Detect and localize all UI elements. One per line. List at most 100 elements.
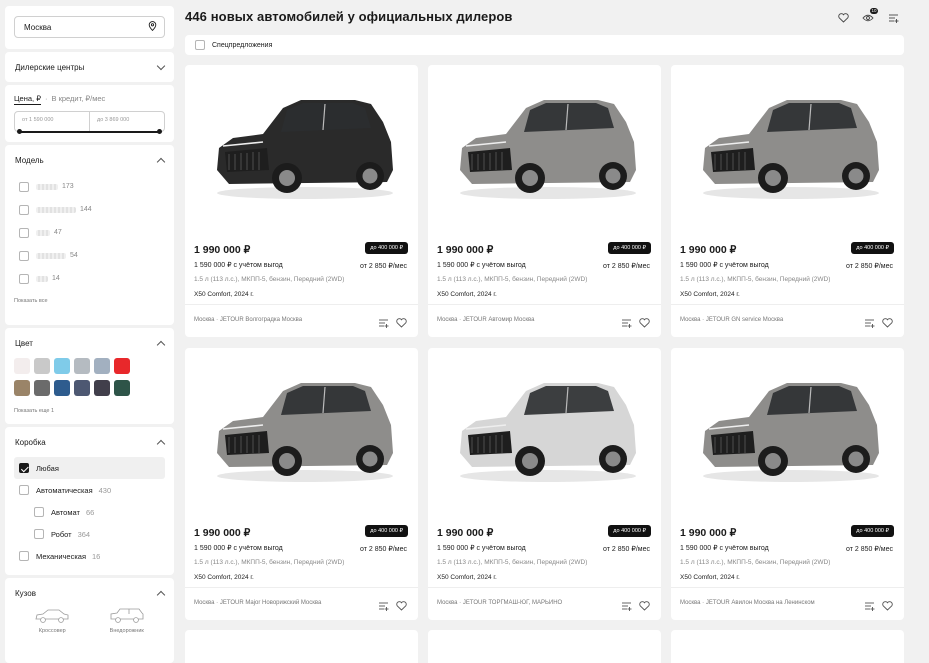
favorite-heart-icon[interactable] (396, 598, 407, 616)
card-actions (378, 598, 407, 616)
dealer-name[interactable]: Москва · JETOUR Волгоградка Москва (194, 317, 302, 323)
color-swatch[interactable] (54, 380, 70, 396)
color-swatch[interactable] (74, 380, 90, 396)
price-filter: Цена, ₽ · В кредит, ₽/мес от 1 590 000 д… (5, 85, 174, 142)
gearbox-header[interactable]: Коробка (5, 427, 174, 457)
color-swatch[interactable] (34, 358, 50, 374)
checkbox[interactable] (34, 529, 44, 539)
monthly-payment[interactable]: от 2 850 ₽/мес (603, 262, 650, 270)
checkbox[interactable] (19, 227, 29, 238)
car-image (217, 100, 393, 199)
model-option[interactable]: 173 (5, 175, 174, 198)
model-header[interactable]: Модель (5, 145, 174, 175)
color-swatch[interactable] (54, 358, 70, 374)
checkbox[interactable] (19, 273, 29, 284)
gearbox-option-manual[interactable]: Механическая 16 (14, 545, 165, 567)
color-swatch[interactable] (34, 380, 50, 396)
body-option-crossover[interactable]: Кроссовер (34, 608, 70, 634)
car-price: 1 990 000 ₽ (194, 244, 251, 256)
body-header[interactable]: Кузов (5, 578, 174, 608)
dealer-name[interactable]: Москва · JETOUR Авилон Москва на Ленинск… (680, 600, 815, 606)
model-option[interactable]: 144 (5, 198, 174, 221)
favorite-heart-icon[interactable] (882, 598, 893, 616)
car-image (217, 383, 393, 482)
price-with-benefits: 1 590 000 ₽ с учётом выгод (194, 545, 283, 552)
gearbox-option-robot[interactable]: Робот 364 (14, 523, 165, 545)
car-card[interactable]: 1 990 000 ₽ до 400 000 ₽ 1 590 000 ₽ с у… (671, 348, 904, 620)
tab-credit[interactable]: В кредит, ₽/мес (51, 94, 105, 105)
color-swatch[interactable] (94, 358, 110, 374)
model-option[interactable]: 47 (5, 221, 174, 244)
favorite-heart-icon[interactable] (396, 315, 407, 333)
show-all-models-link[interactable]: Показать все (5, 290, 174, 312)
tab-price[interactable]: Цена, ₽ (14, 94, 41, 105)
divider (428, 587, 661, 588)
dealer-name[interactable]: Москва · JETOUR Major Новорижский Москва (194, 600, 321, 606)
car-card[interactable]: 1 990 000 ₽ до 400 000 ₽ 1 590 000 ₽ с у… (671, 65, 904, 337)
dealers-filter[interactable]: Дилерские центры (5, 52, 174, 82)
color-swatch[interactable] (14, 358, 30, 374)
car-price: 1 990 000 ₽ (680, 527, 737, 539)
compare-icon[interactable] (864, 598, 875, 616)
dealer-name[interactable]: Москва · JETOUR GN service Москва (680, 317, 783, 323)
compare-icon[interactable] (621, 598, 632, 616)
monthly-payment[interactable]: от 2 850 ₽/мес (603, 545, 650, 553)
price-from-input[interactable]: от 1 590 000 (15, 112, 90, 131)
car-card-partial[interactable] (671, 630, 904, 663)
compare-icon[interactable] (378, 598, 389, 616)
color-swatch[interactable] (114, 380, 130, 396)
checkbox[interactable] (19, 485, 29, 495)
dealers-label: Дилерские центры (15, 62, 85, 72)
price-to-input[interactable]: до 3 869 000 (90, 112, 164, 131)
car-image (703, 383, 879, 482)
car-card[interactable]: 1 990 000 ₽ до 400 000 ₽ 1 590 000 ₽ с у… (428, 348, 661, 620)
favorite-heart-icon[interactable] (882, 315, 893, 333)
color-swatch[interactable] (14, 380, 30, 396)
model-count: 173 (62, 183, 74, 190)
city-select[interactable]: Москва (14, 16, 165, 38)
compare-icon[interactable] (864, 315, 875, 333)
monthly-payment[interactable]: от 2 850 ₽/мес (846, 262, 893, 270)
viewed-eye-icon[interactable]: 10 (861, 8, 878, 25)
color-header[interactable]: Цвет (5, 328, 174, 358)
checkbox[interactable] (19, 181, 29, 192)
checkbox[interactable] (19, 250, 29, 261)
favorite-heart-icon[interactable] (639, 598, 650, 616)
discount-badge: до 400 000 ₽ (608, 525, 651, 537)
body-option-suv[interactable]: Внедорожник (109, 608, 145, 634)
car-card[interactable]: 1 990 000 ₽ до 400 000 ₽ 1 590 000 ₽ с у… (428, 65, 661, 337)
car-card[interactable]: 1 990 000 ₽ до 400 000 ₽ 1 590 000 ₽ с у… (185, 65, 418, 337)
compare-icon[interactable] (621, 315, 632, 333)
checkbox[interactable] (19, 551, 29, 561)
monthly-payment[interactable]: от 2 850 ₽/мес (846, 545, 893, 553)
show-more-colors-link[interactable]: Показать еще 1 (5, 396, 174, 422)
gearbox-option-auto[interactable]: Автомат 66 (14, 501, 165, 523)
special-offers-checkbox[interactable] (195, 40, 205, 50)
favorite-heart-icon[interactable] (639, 315, 650, 333)
color-swatch[interactable] (74, 358, 90, 374)
compare-badge: 10 (869, 8, 878, 14)
dealer-name[interactable]: Москва · JETOUR ТОРГМАШ-ЮГ, МАРЬИНО (437, 600, 562, 606)
car-card-partial[interactable] (185, 630, 418, 663)
gearbox-option-automatic[interactable]: Автоматическая 430 (14, 479, 165, 501)
gearbox-count: 430 (98, 485, 112, 495)
compare-list-icon[interactable] (886, 11, 900, 25)
monthly-payment[interactable]: от 2 850 ₽/мес (360, 545, 407, 553)
car-specs: 1.5 л (113 л.с.), МКПП-5, бензин, Передн… (437, 276, 588, 283)
car-card-partial[interactable] (428, 630, 661, 663)
checkbox-checked[interactable] (19, 463, 29, 473)
discount-badge: до 400 000 ₽ (608, 242, 651, 254)
color-swatch[interactable] (114, 358, 130, 374)
favorites-heart-icon[interactable] (836, 11, 850, 25)
checkbox[interactable] (34, 507, 44, 517)
price-slider[interactable] (17, 129, 162, 134)
model-option[interactable]: 54 (5, 244, 174, 267)
model-option[interactable]: 14 (5, 267, 174, 290)
monthly-payment[interactable]: от 2 850 ₽/мес (360, 262, 407, 270)
color-swatch[interactable] (94, 380, 110, 396)
checkbox[interactable] (19, 204, 29, 215)
dealer-name[interactable]: Москва · JETOUR Автомир Москва (437, 317, 534, 323)
gearbox-option-any[interactable]: Любая (14, 457, 165, 479)
car-card[interactable]: 1 990 000 ₽ до 400 000 ₽ 1 590 000 ₽ с у… (185, 348, 418, 620)
compare-icon[interactable] (378, 315, 389, 333)
